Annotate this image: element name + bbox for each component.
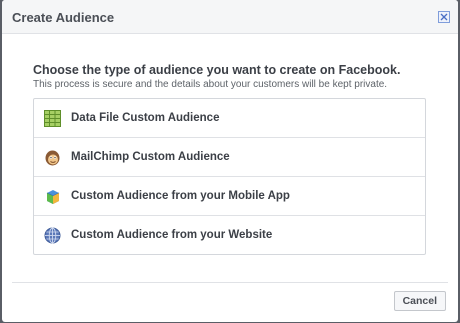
spreadsheet-icon xyxy=(43,109,61,127)
dialog-title: Create Audience xyxy=(12,10,115,25)
audience-options: Data File Custom Audience MailChimp Cust… xyxy=(33,98,426,255)
option-label: MailChimp Custom Audience xyxy=(71,151,230,163)
mailchimp-icon xyxy=(43,148,61,166)
globe-icon xyxy=(43,226,61,244)
option-label: Custom Audience from your Mobile App xyxy=(71,190,290,202)
create-audience-dialog: Create Audience Choose the type of audie… xyxy=(2,0,458,322)
cancel-button[interactable]: Cancel xyxy=(393,291,446,311)
intro: Choose the type of audience you want to … xyxy=(33,63,400,90)
option-label: Data File Custom Audience xyxy=(71,112,220,124)
dialog-subtext: This process is secure and the details a… xyxy=(33,79,388,90)
footer-divider xyxy=(12,282,448,283)
mobile-app-icon xyxy=(43,187,61,205)
option-website[interactable]: Custom Audience from your Website xyxy=(34,216,425,254)
dialog-heading: Choose the type of audience you want to … xyxy=(33,63,401,77)
option-mailchimp[interactable]: MailChimp Custom Audience xyxy=(34,138,425,177)
option-mobile-app[interactable]: Custom Audience from your Mobile App xyxy=(34,177,425,216)
option-label: Custom Audience from your Website xyxy=(71,229,273,241)
dialog-header: Create Audience xyxy=(2,0,458,34)
close-icon[interactable] xyxy=(438,11,450,23)
option-data-file[interactable]: Data File Custom Audience xyxy=(34,99,425,138)
